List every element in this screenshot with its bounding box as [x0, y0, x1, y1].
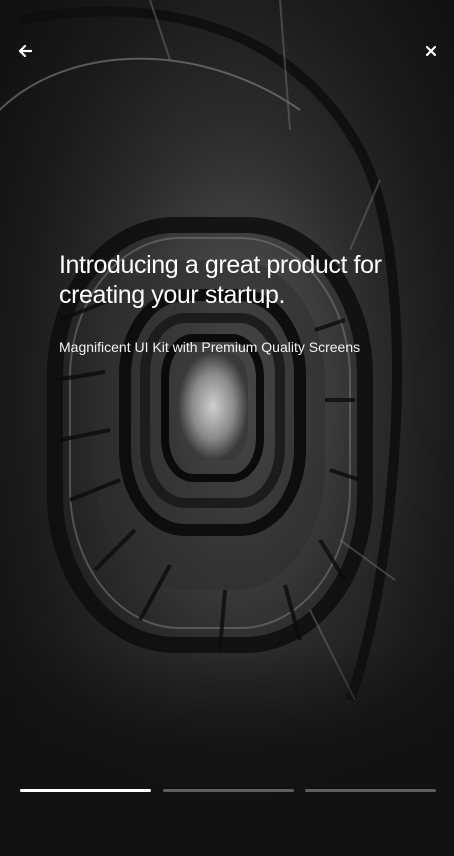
onboarding-screen: Introducing a great product for creating…: [0, 0, 454, 856]
close-icon: [425, 45, 437, 57]
staircase-background-image: [0, 0, 454, 856]
progress-segment-3[interactable]: [305, 789, 436, 792]
story-progress: [20, 789, 436, 792]
close-button[interactable]: [418, 38, 444, 64]
back-button[interactable]: [12, 38, 38, 64]
progress-segment-fill: [20, 789, 151, 792]
slide-subline: Magnificent UI Kit with Premium Quality …: [59, 339, 361, 355]
top-bar: [0, 0, 454, 100]
slide-headline: Introducing a great product for creating…: [59, 251, 382, 309]
progress-segment-2[interactable]: [162, 789, 294, 792]
slide-content: Introducing a great product for creating…: [59, 250, 429, 356]
arrow-left-icon: [18, 44, 32, 58]
progress-segment-1[interactable]: [20, 789, 151, 792]
